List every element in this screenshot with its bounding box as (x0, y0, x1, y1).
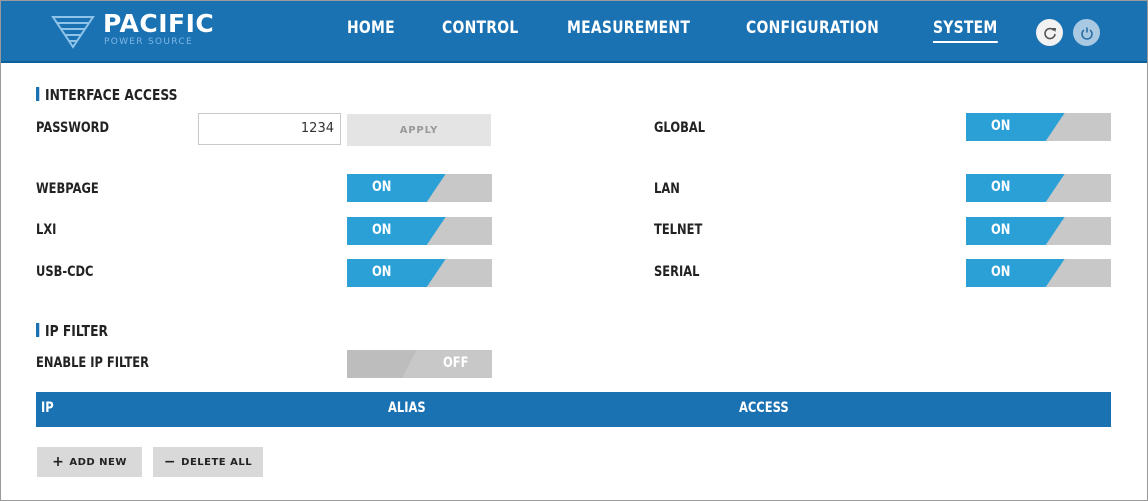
password-label: PASSWORD (36, 120, 110, 136)
power-icon (1080, 27, 1093, 40)
serial-label: SERIAL (654, 264, 700, 280)
usb-cdc-label: USB-CDC (36, 264, 94, 280)
pacific-logo-icon (51, 16, 95, 49)
column-access: ACCESS (739, 400, 789, 416)
lxi-toggle-state: ON (372, 222, 392, 238)
enable-ip-filter-state: OFF (443, 355, 469, 371)
lan-toggle-state: ON (991, 179, 1011, 195)
lxi-toggle[interactable]: ON (347, 217, 492, 245)
nav-configuration[interactable]: CONFIGURATION (746, 18, 879, 38)
global-label: GLOBAL (654, 120, 706, 136)
refresh-button[interactable] (1036, 19, 1063, 46)
serial-toggle[interactable]: ON (966, 259, 1111, 287)
delete-all-button[interactable]: − DELETE ALL (153, 447, 263, 477)
add-new-button[interactable]: + ADD NEW (37, 447, 142, 477)
nav-system[interactable]: SYSTEM (933, 18, 998, 43)
plus-icon: + (52, 454, 65, 470)
password-input[interactable]: 1234 (198, 113, 341, 145)
nav-measurement[interactable]: MEASUREMENT (567, 18, 690, 38)
brand-name: PACIFIC (103, 9, 215, 38)
ip-filter-title: IP FILTER (36, 322, 108, 340)
usb-cdc-toggle[interactable]: ON (347, 259, 492, 287)
ip-table-header: IP ALIAS ACCESS (36, 392, 1111, 427)
lan-toggle[interactable]: ON (966, 174, 1111, 202)
serial-toggle-state: ON (991, 264, 1011, 280)
delete-all-label: DELETE ALL (181, 456, 253, 468)
enable-ip-filter-toggle[interactable]: OFF (347, 350, 492, 378)
column-alias: ALIAS (388, 400, 426, 416)
top-header: PACIFIC POWER SOURCE HOME CONTROL MEASUR… (1, 1, 1147, 63)
telnet-toggle-state: ON (991, 222, 1011, 238)
usb-cdc-toggle-state: ON (372, 264, 392, 280)
brand-subtitle: POWER SOURCE (104, 37, 193, 47)
power-button[interactable] (1073, 19, 1100, 46)
enable-ip-filter-label: ENABLE IP FILTER (36, 355, 149, 371)
telnet-label: TELNET (654, 222, 703, 238)
telnet-toggle[interactable]: ON (966, 217, 1111, 245)
webpage-label: WEBPAGE (36, 181, 99, 197)
interface-access-title-text: INTERFACE ACCESS (45, 86, 178, 104)
global-toggle-state: ON (991, 118, 1011, 134)
ip-filter-title-text: IP FILTER (45, 322, 108, 340)
nav-control[interactable]: CONTROL (442, 18, 518, 38)
lan-label: LAN (654, 181, 680, 197)
add-new-label: ADD NEW (69, 456, 127, 468)
column-ip: IP (41, 400, 54, 416)
minus-icon: − (163, 454, 177, 470)
interface-access-title: INTERFACE ACCESS (36, 86, 178, 104)
refresh-icon (1043, 27, 1056, 39)
section-marker (36, 87, 40, 101)
apply-button[interactable]: APPLY (347, 114, 491, 146)
webpage-toggle[interactable]: ON (347, 174, 492, 202)
webpage-toggle-state: ON (372, 179, 392, 195)
nav-home[interactable]: HOME (347, 18, 395, 38)
section-marker (36, 323, 40, 337)
global-toggle[interactable]: ON (966, 113, 1111, 141)
lxi-label: LXI (36, 222, 57, 238)
